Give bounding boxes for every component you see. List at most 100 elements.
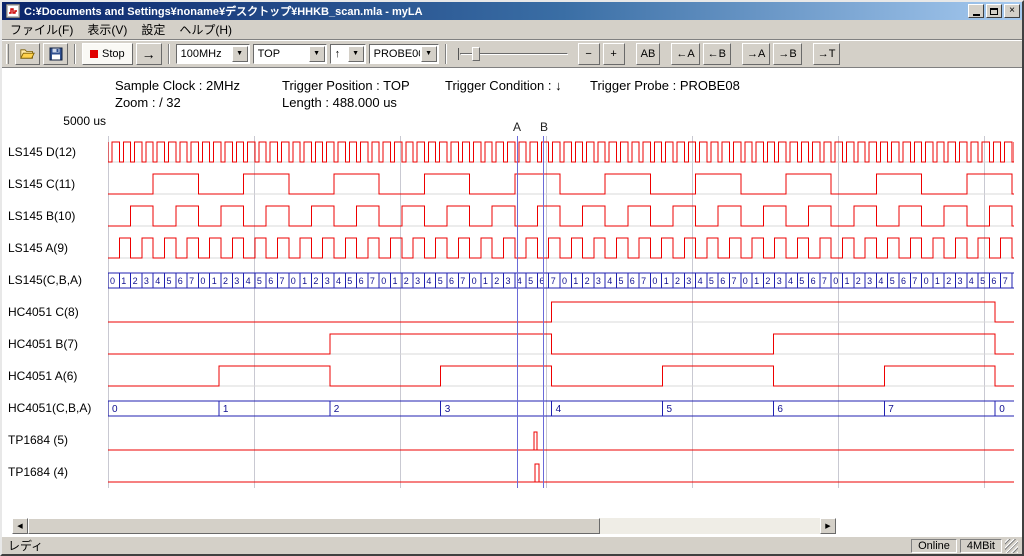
svg-text:0: 0 [291,276,296,286]
zoom-in-button[interactable]: + [603,43,625,65]
svg-text:4: 4 [607,276,612,286]
goto-b-right-button[interactable]: →B [773,43,801,65]
clock-select[interactable]: 100MHz ▼ [176,44,250,64]
svg-text:0: 0 [472,276,477,286]
svg-text:4: 4 [969,276,974,286]
svg-text:2: 2 [675,276,680,286]
svg-text:7: 7 [1003,276,1008,286]
goto-a-right-button[interactable]: →A [742,43,770,65]
maximize-button[interactable] [986,4,1002,18]
menu-file[interactable]: ファイル(F) [3,19,80,40]
status-ready-text: レディ [6,537,908,554]
slider-thumb[interactable] [472,47,480,61]
save-button[interactable] [43,43,68,65]
marker-b-line[interactable] [543,136,544,488]
channel-waveform [108,168,1014,200]
svg-text:7: 7 [822,276,827,286]
toolbar-separator [74,44,76,64]
svg-text:7: 7 [888,404,894,415]
channel-waveform [108,424,1014,456]
probe-select[interactable]: PROBE00 ▼ [369,44,439,64]
menu-view[interactable]: 表示(V) [80,19,134,40]
svg-text:0: 0 [110,276,115,286]
toolbar-separator [168,44,170,64]
waveform-area: 0123456701234567012345670123456701234567… [108,136,1014,488]
zoom-slider[interactable] [458,44,570,64]
svg-text:1: 1 [754,276,759,286]
marker-a-line[interactable] [517,136,518,488]
svg-text:4: 4 [336,276,341,286]
svg-text:2: 2 [223,276,228,286]
svg-text:7: 7 [189,276,194,286]
svg-text:1: 1 [212,276,217,286]
chevron-down-icon[interactable]: ▼ [232,46,248,62]
svg-text:6: 6 [449,276,454,286]
scroll-right-button[interactable]: ▶ [820,518,836,534]
menu-help[interactable]: ヘルプ(H) [172,19,239,40]
chevron-down-icon[interactable]: ▼ [348,46,364,62]
close-icon: × [1009,6,1015,16]
length-info: Length : 488.000 us [282,95,397,110]
svg-text:1: 1 [121,276,126,286]
toolbar-grip [6,44,9,64]
svg-text:6: 6 [777,404,783,415]
status-memory-badge: 4MBit [960,539,1002,553]
svg-text:4: 4 [246,276,251,286]
trigger-position-info: Trigger Position : TOP [282,78,410,93]
svg-text:1: 1 [935,276,940,286]
svg-text:3: 3 [596,276,601,286]
svg-text:0: 0 [562,276,567,286]
channel-label: TP1684 (5) [8,424,68,456]
channel-waveform [108,456,1014,488]
goto-a-left-button[interactable]: ←A [671,43,699,65]
goto-b-left-button[interactable]: ←B [703,43,731,65]
svg-text:5: 5 [528,276,533,286]
svg-text:3: 3 [325,276,330,286]
channel-label: HC4051 B(7) [8,328,78,360]
svg-text:6: 6 [268,276,273,286]
svg-text:4: 4 [788,276,793,286]
svg-text:7: 7 [732,276,737,286]
chevron-down-icon[interactable]: ▼ [309,46,325,62]
ab-button[interactable]: AB [636,43,661,65]
toolbar-separator [445,44,447,64]
horizontal-scrollbar[interactable]: ◀ ▶ [12,518,836,534]
floppy-icon [49,47,63,61]
channel-waveform [108,328,1014,360]
app-icon [6,4,20,18]
close-button[interactable]: × [1004,4,1020,18]
goto-trigger-button[interactable]: →T [813,43,841,65]
open-button[interactable] [15,43,40,65]
trigger-edge-value: ↑ [335,48,347,60]
trigger-edge-select[interactable]: ↑ ▼ [330,44,366,64]
toolbar: Stop → 100MHz ▼ TOP ▼ ↑ ▼ PROBE00 ▼ − + … [2,39,1022,67]
svg-text:6: 6 [991,276,996,286]
channel-label: HC4051(C,B,A) [8,392,91,424]
channel-label: TP1684 (4) [8,456,68,488]
svg-text:5: 5 [709,276,714,286]
status-online-badge: Online [911,539,957,553]
chevron-down-icon[interactable]: ▼ [421,46,437,62]
svg-text:0: 0 [999,404,1005,415]
svg-text:3: 3 [445,404,451,415]
menu-settings[interactable]: 設定 [134,19,172,40]
menubar: ファイル(F) 表示(V) 設定 ヘルプ(H) [2,20,1022,39]
svg-text:7: 7 [280,276,285,286]
svg-text:3: 3 [506,276,511,286]
svg-text:2: 2 [404,276,409,286]
run-button[interactable]: → [136,43,162,65]
minimize-button[interactable] [968,4,984,18]
svg-text:5: 5 [167,276,172,286]
scroll-left-button[interactable]: ◀ [12,518,28,534]
stop-button[interactable]: Stop [82,43,133,65]
marker-a-label: A [513,120,521,134]
svg-text:7: 7 [460,276,465,286]
scrollbar-thumb[interactable] [28,518,600,534]
trigger-position-select[interactable]: TOP ▼ [253,44,327,64]
trigger-condition-info: Trigger Condition : ↓ [445,78,562,93]
svg-text:2: 2 [946,276,951,286]
svg-text:6: 6 [359,276,364,286]
zoom-out-button[interactable]: − [578,43,600,65]
svg-text:5: 5 [438,276,443,286]
resize-grip[interactable] [1005,539,1018,553]
